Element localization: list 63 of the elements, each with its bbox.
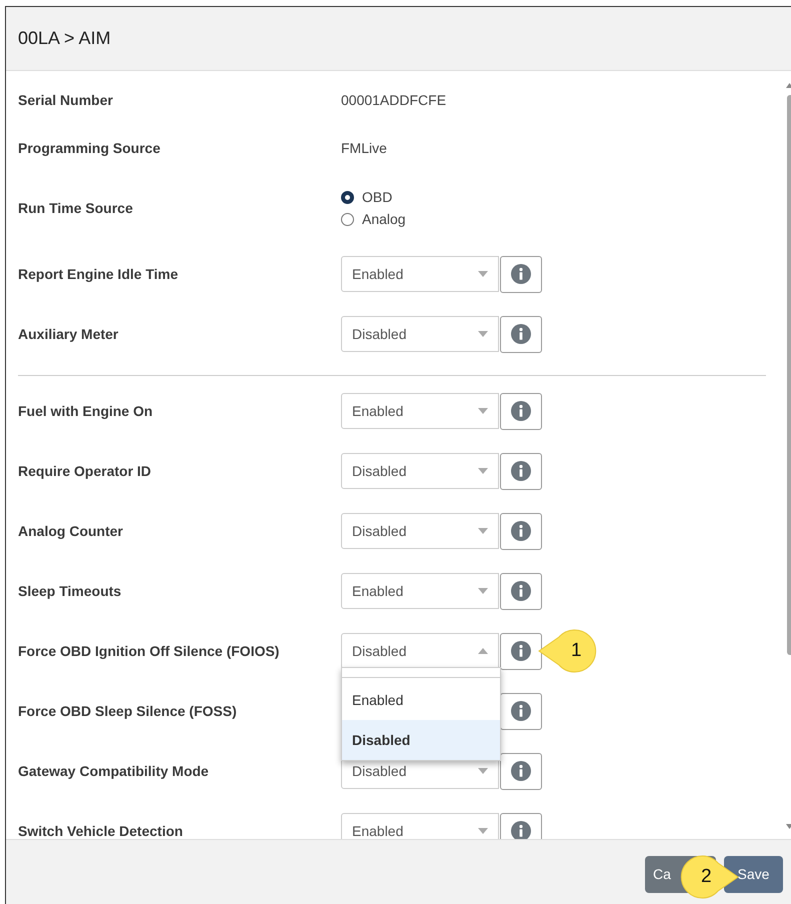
caret-icon (478, 828, 488, 834)
dropdown-select[interactable]: Enabled (341, 256, 499, 292)
step-callout-tooltip: 2 (678, 854, 740, 900)
dropdown-select[interactable]: Enabled (341, 573, 499, 609)
dropdown-select[interactable]: Disabled (341, 453, 499, 489)
info-button[interactable] (500, 812, 542, 839)
info-button[interactable] (500, 392, 542, 430)
field-value: FMLive (341, 140, 387, 156)
dialog-title: 00LA > AIM (18, 28, 111, 49)
field-label: Fuel with Engine On (18, 403, 154, 419)
dropdown-option[interactable]: Disabled (342, 720, 500, 760)
dropdown-select[interactable]: Enabled (341, 393, 499, 429)
callout-badge: 1 (537, 628, 599, 674)
info-button[interactable] (500, 512, 542, 550)
dropdown-select[interactable]: Disabled (341, 633, 499, 669)
info-icon (511, 581, 531, 601)
radio-label: Analog (362, 211, 406, 227)
caret-icon (478, 528, 488, 534)
scroll-down-icon[interactable] (786, 824, 791, 829)
field-label: Run Time Source (18, 200, 134, 216)
field-label: Switch Vehicle Detection (18, 823, 184, 839)
field-label: Analog Counter (18, 523, 124, 539)
field-label: Programming Source (18, 140, 162, 156)
field-label: Auxiliary Meter (18, 326, 120, 342)
caret-icon (478, 648, 488, 654)
info-button[interactable] (500, 316, 542, 352)
caret-icon (478, 408, 488, 414)
info-icon (511, 641, 531, 661)
field-label: Require Operator ID (18, 463, 152, 479)
info-icon (511, 521, 531, 541)
radio-label: OBD (362, 189, 392, 205)
scroll-up-icon[interactable] (786, 83, 791, 88)
info-icon (511, 401, 531, 421)
field-label: Force OBD Ignition Off Silence (FOIOS) (18, 643, 280, 659)
radio-button[interactable] (341, 212, 354, 226)
caret-icon (478, 331, 488, 337)
caret-icon (478, 468, 488, 474)
info-button[interactable] (500, 572, 542, 610)
field-label: Gateway Compatibility Mode (18, 763, 210, 779)
save-button[interactable]: Save (724, 856, 783, 892)
radio-button[interactable] (341, 190, 354, 204)
dropdown-select[interactable]: Disabled (341, 513, 499, 549)
info-icon (511, 761, 531, 781)
info-button[interactable] (500, 452, 542, 490)
info-button[interactable] (500, 692, 542, 730)
info-icon (511, 461, 531, 481)
dropdown-option[interactable]: Enabled (342, 680, 500, 720)
info-button[interactable] (500, 256, 542, 292)
info-icon (511, 324, 531, 344)
info-icon (511, 821, 531, 839)
dropdown-select[interactable]: Enabled (341, 813, 499, 839)
info-icon (511, 264, 531, 284)
field-label: Sleep Timeouts (18, 583, 122, 599)
field-label: Force OBD Sleep Silence (FOSS) (18, 703, 238, 719)
caret-icon (478, 588, 488, 594)
field-label: Serial Number (18, 92, 114, 108)
field-label: Report Engine Idle Time (18, 266, 179, 282)
field-value: 00001ADDFCFE (341, 92, 446, 108)
dropdown-select[interactable]: Disabled (341, 316, 499, 352)
caret-icon (478, 271, 488, 277)
info-icon (511, 701, 531, 721)
caret-icon (478, 768, 488, 774)
info-button[interactable] (500, 752, 542, 790)
